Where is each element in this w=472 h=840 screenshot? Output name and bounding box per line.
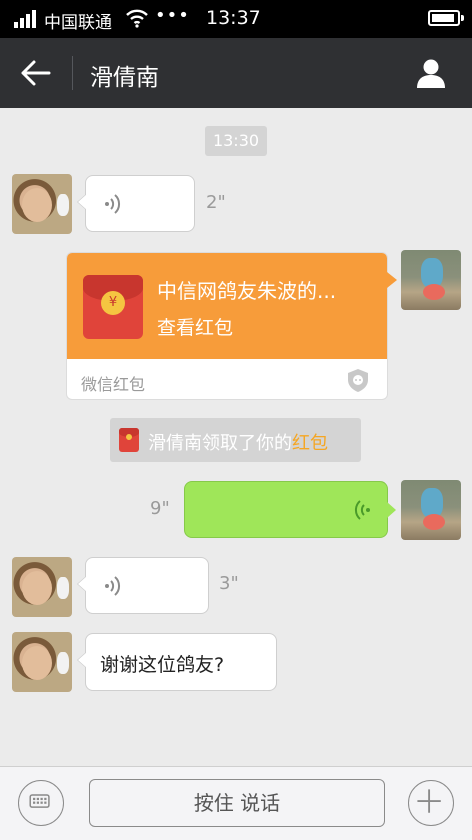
red-envelope-icon: ¥ [83, 275, 143, 339]
voice-message-bubble[interactable] [77, 557, 209, 614]
voice-wave-icon [105, 576, 121, 596]
voice-duration: 3" [219, 573, 239, 594]
more-dots: ••• [155, 5, 190, 26]
shield-icon [348, 369, 368, 392]
contact-avatar[interactable] [12, 632, 72, 692]
red-packet-title: 中信网鸽友朱波的... [157, 279, 337, 303]
chat-timestamp: 13:30 [205, 126, 267, 156]
red-packet-footer: 微信红包 [81, 375, 146, 394]
voice-message-bubble[interactable] [184, 481, 396, 538]
red-envelope-icon [119, 428, 139, 452]
keyboard-toggle-button[interactable] [18, 780, 64, 826]
carrier-name: 中国联通 [44, 13, 112, 33]
notice-red-packet-link[interactable]: 红包 [292, 433, 328, 454]
contact-avatar[interactable] [12, 174, 72, 234]
add-more-button[interactable] [408, 780, 454, 826]
page-title: 滑倩南 [90, 65, 159, 91]
nav-bar: 滑倩南 [0, 38, 472, 108]
voice-duration: 2" [206, 192, 226, 213]
my-avatar[interactable] [401, 250, 461, 310]
voice-wave-icon [354, 500, 370, 520]
status-time: 13:37 [206, 7, 261, 29]
keyboard-icon [29, 794, 50, 808]
system-notice-text: 滑倩南领取了你的红包 [148, 429, 328, 455]
coin-icon: ¥ [101, 291, 125, 315]
status-bar: 中国联通 ••• 13:37 [0, 0, 472, 38]
signal-strength-icon [14, 10, 40, 28]
red-packet-card[interactable]: ¥ 中信网鸽友朱波的... 查看红包 微信红包 [66, 252, 388, 400]
red-packet-tail [387, 272, 397, 288]
input-bar: 按住 说话 [0, 766, 472, 840]
battery-icon [428, 10, 464, 26]
contact-avatar[interactable] [12, 557, 72, 617]
back-arrow-icon[interactable] [18, 58, 54, 88]
text-message-bubble[interactable]: 谢谢这位鸽友? [77, 633, 277, 691]
red-packet-subtitle: 查看红包 [157, 317, 234, 339]
message-text: 谢谢这位鸽友? [100, 654, 225, 676]
person-icon[interactable] [414, 56, 448, 90]
voice-wave-icon [105, 194, 121, 214]
plus-icon [417, 789, 441, 813]
wifi-icon [126, 9, 148, 28]
notice-actor: 滑倩南领取了你的 [148, 433, 292, 454]
voice-message-bubble[interactable] [77, 175, 195, 232]
hold-to-talk-button[interactable]: 按住 说话 [89, 779, 385, 827]
system-notice: 滑倩南领取了你的红包 [110, 418, 361, 462]
voice-duration: 9" [150, 498, 170, 519]
my-avatar[interactable] [401, 480, 461, 540]
nav-divider [72, 56, 73, 90]
red-packet-header: ¥ 中信网鸽友朱波的... 查看红包 [67, 253, 387, 359]
